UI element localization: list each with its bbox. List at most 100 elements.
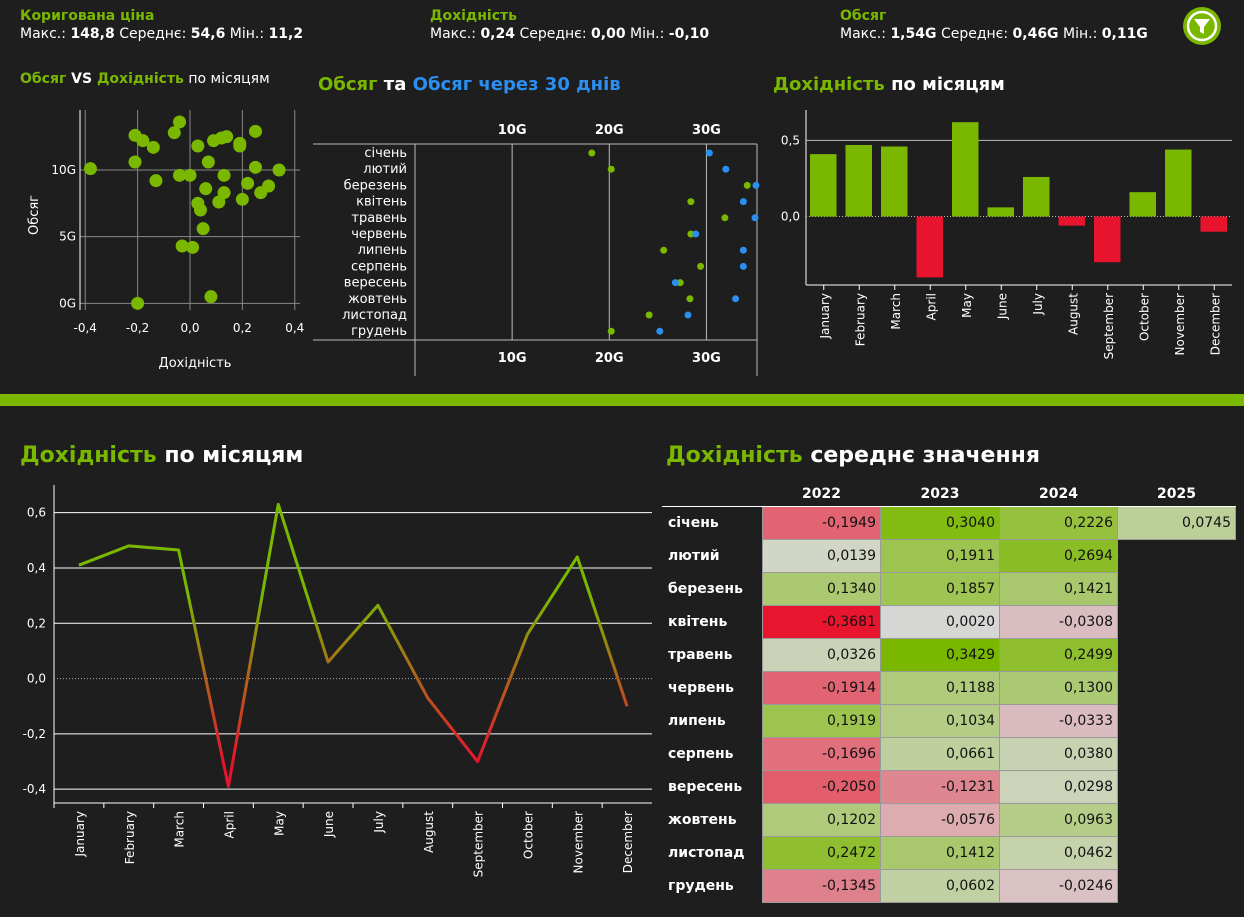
heatmap-row: вересень -0,2050 -0,1231 0,0298	[662, 770, 1236, 804]
row-label: березень	[344, 178, 407, 193]
kpi-adjusted-price: Коригована ціна Макс.: 148,8 Середнє: 54…	[20, 8, 303, 42]
heatmap-row-label: лютий	[668, 548, 720, 564]
row-label: вересень	[344, 276, 407, 291]
x-tick-label-bottom: 20G	[595, 351, 624, 366]
heatmap-empty-cell	[1118, 804, 1236, 837]
x-tick-label: October	[1137, 293, 1151, 341]
y-tick-label: 0,0	[27, 672, 46, 686]
scatter-point	[248, 124, 262, 138]
filter-button[interactable]	[1183, 7, 1221, 45]
line-series	[78, 502, 629, 788]
heatmap-row: липень 0,1919 0,1034 -0,0333	[662, 704, 1236, 738]
bar	[845, 145, 872, 217]
kpi-max: 0,24	[480, 26, 515, 42]
heatmap-row-label: листопад	[668, 845, 745, 861]
scatter-point	[204, 290, 218, 304]
scatter-point	[131, 296, 145, 310]
heatmap-row: травень 0,0326 0,3429 0,2499	[662, 638, 1236, 672]
x-tick-label-bottom: 30G	[692, 351, 721, 366]
kpi-max-label: Макс.:	[840, 26, 886, 42]
x-tick-label: May	[272, 811, 286, 836]
heatmap-cell: 0,1911	[880, 539, 1000, 573]
heatmap-row-label: жовтень	[668, 812, 737, 828]
scatter-point	[217, 186, 231, 200]
heatmap-row: січень -0,1949 0,3040 0,2226 0,0745	[662, 506, 1236, 540]
heatmap-row-label: грудень	[668, 878, 734, 894]
heatmap-row-label: червень	[668, 680, 735, 696]
kpi-values: Макс.: 1,54G Середнє: 0,46G Мін.: 0,11G	[840, 26, 1148, 42]
bar	[916, 216, 943, 278]
heatmap-cell: 0,0963	[999, 803, 1118, 837]
dumbbell-chart: 10G 10G 20G 20G 30G 30G січеньлютийберезень кві…	[313, 123, 760, 376]
x-tick-label: -0,4	[74, 321, 97, 335]
heatmap-cell: 0,1857	[880, 572, 1000, 606]
x-tick-label: 0,0	[180, 321, 199, 335]
heatmap-row: лютий 0,0139 0,1911 0,2694	[662, 539, 1236, 573]
heatmap-cell: 0,0661	[880, 737, 1000, 771]
title-part: VS	[66, 71, 97, 87]
kpi-avg-label: Середнє:	[519, 26, 587, 42]
bar	[1165, 149, 1192, 217]
kpi-avg-label: Середнє:	[119, 26, 187, 42]
end-dot	[656, 327, 664, 335]
heatmap-column-header: 2022	[762, 482, 881, 507]
scatter-point	[149, 174, 163, 188]
scatter-point	[241, 176, 255, 190]
heatmap-cell: -0,1949	[762, 506, 881, 540]
title-part: Дохідність	[20, 443, 157, 468]
heatmap-cell: -0,0576	[880, 803, 1000, 837]
filter-icon	[1186, 10, 1218, 42]
line-chart: -0,4 -0,2 0,0 0,2 0,4 0,6 January February March…	[23, 485, 652, 877]
heatmap-cell: -0,1914	[762, 671, 881, 705]
end-dot	[739, 262, 747, 270]
start-dot	[607, 327, 615, 335]
title-part: Дохідність	[773, 74, 885, 95]
heatmap-row: листопад 0,2472 0,1412 0,0462	[662, 836, 1236, 870]
end-dot	[722, 165, 730, 173]
heatmap-row-label: квітень	[668, 614, 728, 630]
x-tick-label: 0,2	[233, 321, 252, 335]
x-tick-label-bottom: 10G	[498, 351, 527, 366]
y-tick-label: 0,2	[27, 616, 46, 630]
heatmap-cell: 0,1300	[999, 671, 1118, 705]
end-dot	[732, 295, 740, 303]
scatter-point	[248, 160, 262, 174]
y-tick-label: 10G	[51, 163, 76, 177]
x-tick-label: August	[422, 811, 436, 853]
scatter-point	[146, 140, 160, 154]
scatter-chart: 0G 5G 10G -0,4 -0,2 0,0 0,2 0,4 Дохідність Обсяг	[27, 110, 304, 371]
title-part: по місяцям	[183, 71, 270, 87]
scatter-point	[83, 162, 97, 176]
heatmap-cell: 0,1421	[999, 572, 1118, 606]
y-tick-label: -0,4	[23, 782, 46, 796]
heatmap-column-header: 2024	[999, 482, 1118, 507]
heatmap-empty-cell	[1118, 573, 1236, 606]
heatmap-cell: -0,1231	[880, 770, 1000, 804]
x-tick-label-top: 20G	[595, 123, 624, 138]
x-tick-label: May	[960, 293, 974, 318]
heatmap-cell: -0,1345	[762, 869, 881, 903]
heatmap-cell: 0,0139	[762, 539, 881, 573]
heatmap-cell: 0,1340	[762, 572, 881, 606]
title-part: Обсяг через 30 днів	[412, 74, 621, 95]
heatmap-cell: 0,2226	[999, 506, 1118, 540]
kpi-title: Коригована ціна	[20, 8, 155, 24]
bar	[881, 146, 908, 217]
x-tick-label: April	[924, 293, 938, 320]
start-dot	[743, 181, 751, 189]
heatmap-cell: 0,1188	[880, 671, 1000, 705]
start-dot	[721, 214, 729, 222]
heatmap-cell: 0,2694	[999, 539, 1118, 573]
x-tick-label: September	[1102, 293, 1116, 359]
heatmap-row-label: вересень	[668, 779, 743, 795]
title-part: Обсяг	[20, 71, 67, 87]
bar	[1200, 216, 1227, 232]
scatter-point	[262, 179, 276, 193]
heatmap-cell: -0,0246	[999, 869, 1118, 903]
row-label: травень	[351, 211, 407, 226]
scatter-point	[128, 155, 142, 169]
heatmap-cell: -0,1696	[762, 737, 881, 771]
title-part: Обсяг	[318, 74, 378, 95]
row-label: серпень	[351, 259, 407, 274]
heatmap-row-label: серпень	[668, 746, 734, 762]
